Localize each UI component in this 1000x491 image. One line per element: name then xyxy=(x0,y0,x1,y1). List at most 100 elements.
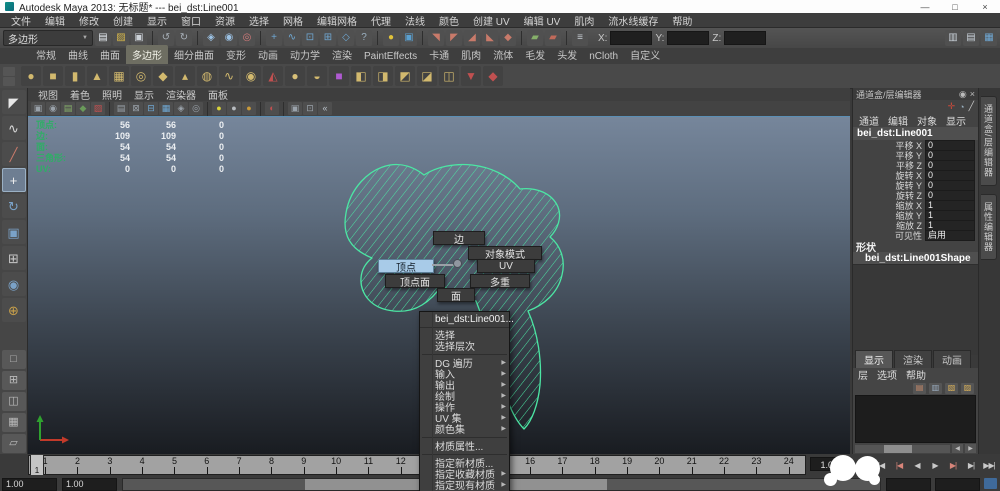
shelf-tab[interactable]: PaintEffects xyxy=(358,49,423,64)
play-forward-button[interactable]: ▶ xyxy=(926,461,944,470)
animation-end-field[interactable] xyxy=(935,477,980,491)
timeline-frame[interactable]: 23 xyxy=(740,456,772,474)
axis-icon[interactable]: ✛ xyxy=(948,101,956,112)
timeline-frame[interactable]: 12 xyxy=(385,456,417,474)
snap-to-points-icon[interactable]: ◢ xyxy=(464,30,480,46)
menu-item[interactable]: 帮助 xyxy=(665,13,699,28)
toolbar-icon[interactable] xyxy=(566,31,567,45)
show-tool-settings-icon[interactable]: ▤ xyxy=(963,30,979,46)
shelf-tab[interactable]: 曲线 xyxy=(62,45,94,64)
panel-menu-item[interactable]: 渲染器 xyxy=(160,87,202,102)
highlight-selection-icon[interactable]: ▣ xyxy=(401,30,417,46)
tab-attribute-editor[interactable]: 属性编辑器 xyxy=(981,193,997,260)
shelf-tab[interactable]: 常规 xyxy=(30,45,62,64)
timeline-ruler[interactable]: 1 2 3 4 5 6 7 8 9 10 11 12 16 17 18 19 2… xyxy=(28,455,806,475)
move-tool-icon[interactable]: + xyxy=(1,168,26,192)
shelf-tab-switcher[interactable] xyxy=(3,66,15,86)
poly-plane-icon[interactable]: ▦ xyxy=(109,66,129,86)
rotate-tool-icon[interactable]: ↻ xyxy=(1,194,26,218)
poly-helix-icon[interactable]: ∿ xyxy=(219,66,239,86)
context-menu-item[interactable]: 操作 ▶ xyxy=(420,401,509,414)
plugin-display-icon[interactable]: ⊡ xyxy=(303,102,317,115)
share-view-icon[interactable]: « xyxy=(318,102,332,115)
shelf-tab[interactable]: 自定义 xyxy=(624,45,666,64)
close-panel-icon[interactable]: × xyxy=(970,89,975,100)
panel-icon[interactable] xyxy=(260,101,261,116)
poly-pyramid-icon[interactable]: ▴ xyxy=(175,66,195,86)
select-point-component-icon[interactable]: + xyxy=(266,30,282,46)
film-gate-icon[interactable]: ▤ xyxy=(114,102,128,115)
scale-tool-icon[interactable]: ▣ xyxy=(1,220,26,244)
shelf-tab[interactable]: 动力学 xyxy=(284,45,326,64)
snap-to-grids-icon[interactable]: ◥ xyxy=(428,30,444,46)
context-menu-item[interactable]: 输出 ▶ xyxy=(420,379,509,392)
shelf-tab[interactable]: 肌肉 xyxy=(455,45,487,64)
bevel-icon[interactable]: ◆ xyxy=(483,66,503,86)
menu-item[interactable]: 法线 xyxy=(398,13,432,28)
layer-editor-menu-item[interactable]: 层 xyxy=(858,367,868,382)
select-misc-component-icon[interactable]: ◇ xyxy=(338,30,354,46)
snap-to-surfaces-icon[interactable]: ◆ xyxy=(500,30,516,46)
timeline-frame[interactable]: 19 xyxy=(611,456,643,474)
shelf-tab[interactable]: 毛发 xyxy=(519,45,551,64)
select-tool-icon[interactable]: ◤ xyxy=(1,90,26,114)
shelf-tab[interactable]: 流体 xyxy=(487,45,519,64)
component-help-icon[interactable]: ? xyxy=(356,30,372,46)
close-button[interactable]: × xyxy=(970,0,1000,13)
toolbar-icon[interactable] xyxy=(521,31,522,45)
isolate-select-icon[interactable]: ▣ xyxy=(288,102,302,115)
select-line-component-icon[interactable]: ∿ xyxy=(284,30,300,46)
panel-menu-item[interactable]: 着色 xyxy=(64,87,96,102)
pencil-icon[interactable]: ╱ xyxy=(969,101,974,112)
step-back-key-button[interactable]: |◀ xyxy=(890,461,908,470)
combine-icon[interactable]: ◧ xyxy=(351,66,371,86)
layer-editor-tab[interactable]: 动画 xyxy=(933,350,971,368)
xray-icon[interactable]: ◐ xyxy=(265,102,279,115)
flat-lighting-icon[interactable]: ● xyxy=(227,102,241,115)
extract-icon[interactable]: ◩ xyxy=(395,66,415,86)
scroll-right-icon[interactable]: ▶ xyxy=(965,444,976,453)
merge-vertices-icon[interactable]: ▼ xyxy=(461,66,481,86)
four-pane-layout-button[interactable]: ⊞ xyxy=(1,371,26,390)
menu-item[interactable]: 修改 xyxy=(72,13,106,28)
safe-title-icon[interactable]: ◎ xyxy=(189,102,203,115)
poly-cube-icon[interactable]: ■ xyxy=(43,66,63,86)
universal-manipulator-icon[interactable]: ⊞ xyxy=(1,246,26,270)
marking-menu-face[interactable]: 面 xyxy=(437,288,475,303)
panel-menu-item[interactable]: 面板 xyxy=(202,87,234,102)
poly-cone-icon[interactable]: ▲ xyxy=(87,66,107,86)
toolbar-icon[interactable] xyxy=(197,31,198,45)
new-layer-from-selected-icon[interactable]: ▨ xyxy=(961,382,974,394)
custom-layout-button[interactable]: ▱ xyxy=(1,434,26,453)
context-menu-item[interactable]: 选择层次 ▶ xyxy=(420,340,509,353)
timeline-frame[interactable]: 5 xyxy=(158,456,190,474)
shape-node-name[interactable]: bei_dst:Line001Shape xyxy=(853,252,978,264)
menu-item[interactable]: 创建 UV xyxy=(466,13,517,28)
menu-set-dropdown[interactable]: 多边形 ▼ xyxy=(3,30,93,46)
menu-item[interactable]: 窗口 xyxy=(174,13,208,28)
lock-selection-icon[interactable]: ● xyxy=(383,30,399,46)
go-to-end-button[interactable]: ▶▶| xyxy=(980,461,998,470)
lock-camera-icon[interactable]: ◉ xyxy=(46,102,60,115)
toolbar-icon[interactable] xyxy=(377,31,378,45)
marking-menu-object-mode[interactable]: 对象模式 xyxy=(468,246,542,261)
select-face-component-icon[interactable]: ⊡ xyxy=(302,30,318,46)
lasso-tool-icon[interactable]: ∿ xyxy=(1,116,26,140)
menu-item[interactable]: 资源 xyxy=(208,13,242,28)
y-coordinate-field[interactable] xyxy=(667,31,710,45)
select-hierarchy-mask-icon[interactable]: ◈ xyxy=(203,30,219,46)
redo-icon[interactable]: ↻ xyxy=(176,30,192,46)
image-plane-icon[interactable]: ▨ xyxy=(91,102,105,115)
toolbar-icon[interactable] xyxy=(152,31,153,45)
menu-item[interactable]: 选择 xyxy=(242,13,276,28)
smooth-mesh-icon[interactable]: ● xyxy=(285,66,305,86)
context-menu-item[interactable]: 绘制 ▶ xyxy=(420,390,509,403)
channel-box-menu-item[interactable]: 编辑 xyxy=(888,113,908,128)
timeline-frame[interactable]: 17 xyxy=(546,456,578,474)
menu-item[interactable]: 颜色 xyxy=(432,13,466,28)
field-chart-icon[interactable]: ▦ xyxy=(159,102,173,115)
poly-torus-icon[interactable]: ◎ xyxy=(131,66,151,86)
default-lighting-icon[interactable]: ● xyxy=(212,102,226,115)
marking-menu-edge[interactable]: 边 xyxy=(433,231,485,246)
menu-item[interactable]: 编辑 UV xyxy=(517,13,568,28)
